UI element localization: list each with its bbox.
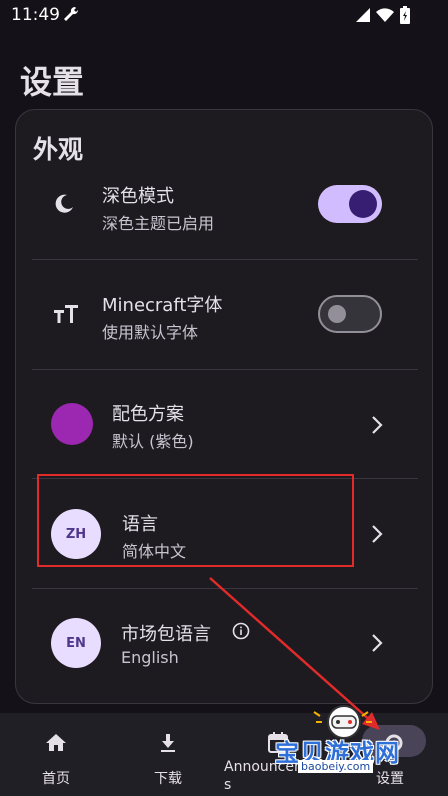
status-time: 11:49 xyxy=(11,5,60,25)
nav-download[interactable]: 下载 xyxy=(126,713,210,796)
download-icon xyxy=(161,734,175,752)
nav-announcements-label-wrap: s xyxy=(224,777,232,793)
battery-icon xyxy=(400,6,410,24)
dark-mode-row[interactable] xyxy=(31,150,417,259)
signal-icon xyxy=(356,8,370,22)
annotation-highlight-box xyxy=(37,474,354,567)
color-scheme-row[interactable] xyxy=(31,369,417,477)
nav-home[interactable]: 首页 xyxy=(14,713,98,796)
nav-home-label: 首页 xyxy=(42,771,70,787)
market-language-row[interactable] xyxy=(31,588,417,696)
wrench-icon xyxy=(64,6,79,21)
watermark-url: baobeiy.com xyxy=(298,760,374,773)
minecraft-font-row[interactable] xyxy=(31,260,417,368)
wifi-icon xyxy=(376,8,394,22)
home-icon xyxy=(46,734,66,751)
nav-download-label: 下载 xyxy=(154,771,182,787)
status-bar: 11:49 xyxy=(0,0,448,32)
page-title: 设置 xyxy=(20,63,85,101)
status-indicators xyxy=(356,6,418,26)
